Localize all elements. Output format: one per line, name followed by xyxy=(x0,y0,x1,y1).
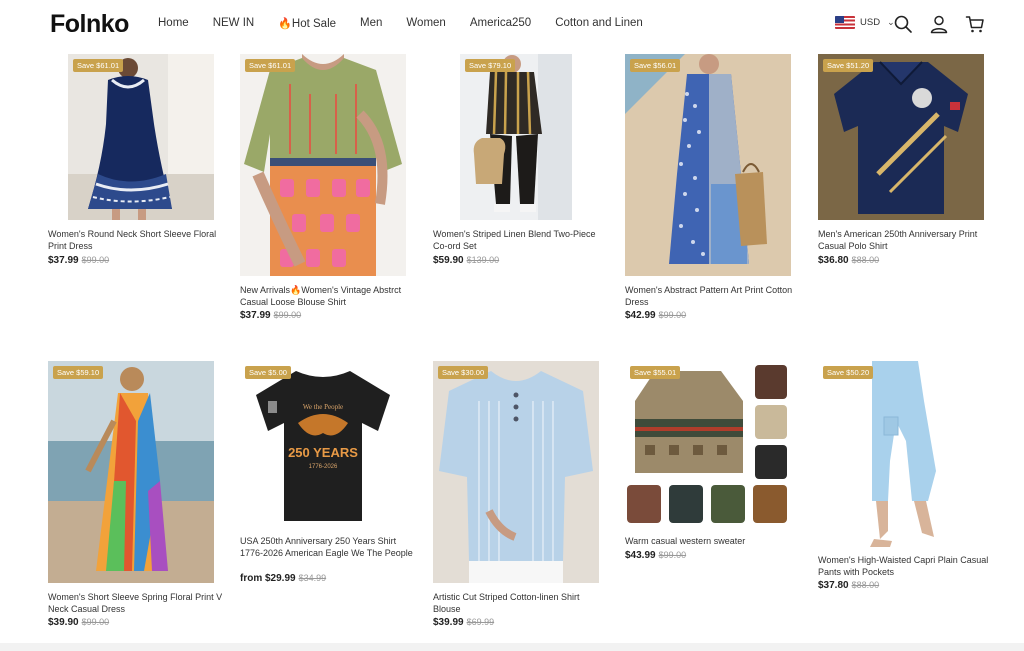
original-price: $69.99 xyxy=(466,617,495,627)
svg-text:1776-2026: 1776-2026 xyxy=(309,464,338,470)
save-badge: Save $30.00 xyxy=(438,366,489,379)
product-image[interactable]: Save $59.10 xyxy=(48,361,214,583)
product-price: $42.99 $99.00 xyxy=(625,310,686,321)
original-price: $99.00 xyxy=(658,550,687,560)
product-price: $37.99 $99.00 xyxy=(240,310,301,321)
product-title[interactable]: Women's Striped Linen Blend Two-Piece Co… xyxy=(433,229,608,252)
product-title[interactable]: Women's Round Neck Short Sleeve Floral P… xyxy=(48,229,223,252)
current-price: $59.90 xyxy=(433,255,464,266)
product-title[interactable]: Women's High-Waisted Capri Plain Casual … xyxy=(818,555,993,578)
nav-america250[interactable]: America250 xyxy=(470,17,531,30)
product-price: $43.99 $99.00 xyxy=(625,550,686,561)
user-icon[interactable] xyxy=(929,14,949,34)
search-icon[interactable] xyxy=(893,14,913,34)
site-header: Folnko Home NEW IN 🔥Hot Sale Men Women A… xyxy=(0,0,1024,50)
currency-label: USD xyxy=(860,17,881,28)
original-price: $139.00 xyxy=(466,255,500,265)
original-price: $99.00 xyxy=(273,310,302,320)
save-badge: Save $56.01 xyxy=(630,59,681,72)
original-price: $99.00 xyxy=(658,310,687,320)
product-title[interactable]: Warm casual western sweater xyxy=(625,536,800,548)
current-price: $37.99 xyxy=(240,310,271,321)
product-price: $36.80 $88.00 xyxy=(818,255,879,266)
current-price: $37.80 xyxy=(818,580,849,591)
product-image[interactable]: Save $61.01 xyxy=(240,54,406,276)
product-image[interactable]: Save $56.01 xyxy=(625,54,791,276)
product-image[interactable]: Save $79.10 xyxy=(460,54,572,220)
svg-text:250 YEARS: 250 YEARS xyxy=(288,445,358,460)
product-title[interactable]: New Arrivals🔥Women's Vintage Abstrct Cas… xyxy=(240,285,415,308)
current-price: $36.80 xyxy=(818,255,849,266)
product-price: $37.80 $88.00 xyxy=(818,580,879,591)
current-price: $39.90 xyxy=(48,617,79,628)
product-price: from $29.99 $34.99 xyxy=(240,573,326,584)
save-badge: Save $59.10 xyxy=(53,366,104,379)
original-price: $99.00 xyxy=(81,255,110,265)
original-price: $99.00 xyxy=(81,617,110,627)
save-badge: Save $50.20 xyxy=(823,366,874,379)
nav-cotton-linen[interactable]: Cotton and Linen xyxy=(555,17,643,30)
product-price: $59.90 $139.00 xyxy=(433,255,499,266)
current-price: $37.99 xyxy=(48,255,79,266)
current-price: $43.99 xyxy=(625,550,656,561)
currency-selector[interactable]: USD ⌄ xyxy=(835,16,895,29)
product-image[interactable]: Save $61.01 xyxy=(68,54,214,220)
cart-icon[interactable] xyxy=(965,14,985,34)
original-price: $34.99 xyxy=(298,573,327,583)
product-price: $39.90 $99.00 xyxy=(48,617,109,628)
product-title[interactable]: Men's American 250th Anniversary Print C… xyxy=(818,229,993,252)
page-bottom-divider xyxy=(0,643,1024,651)
current-price: $42.99 xyxy=(625,310,656,321)
product-image[interactable]: Save $50.20 xyxy=(818,361,984,547)
save-badge: Save $51.20 xyxy=(823,59,874,72)
product-title[interactable]: Artistic Cut Striped Cotton-linen Shirt … xyxy=(433,592,608,615)
product-title[interactable]: Women's Abstract Pattern Art Print Cotto… xyxy=(625,285,800,308)
product-image[interactable]: Save $51.20 xyxy=(818,54,984,220)
svg-text:We the People: We the People xyxy=(303,403,343,411)
save-badge: Save $5.00 xyxy=(245,366,291,379)
fire-icon: 🔥 xyxy=(278,18,292,30)
product-image[interactable]: We the People 250 YEARS 1776-2026 Save $… xyxy=(240,361,406,527)
nav-hot-sale[interactable]: 🔥Hot Sale xyxy=(278,17,336,30)
nav-home[interactable]: Home xyxy=(158,17,189,30)
product-title[interactable]: Women's Short Sleeve Spring Floral Print… xyxy=(48,592,223,615)
product-image[interactable]: Save $55.01 xyxy=(625,361,791,527)
product-price: $39.99 $69.99 xyxy=(433,617,494,628)
current-price: $39.99 xyxy=(433,617,464,628)
product-price: $37.99 $99.00 xyxy=(48,255,109,266)
nav-men[interactable]: Men xyxy=(360,17,382,30)
save-badge: Save $61.01 xyxy=(245,59,296,72)
current-price: from $29.99 xyxy=(240,573,296,584)
save-badge: Save $61.01 xyxy=(73,59,124,72)
nav-new-in[interactable]: NEW IN xyxy=(213,17,255,30)
original-price: $88.00 xyxy=(851,255,880,265)
site-logo[interactable]: Folnko xyxy=(50,10,129,39)
nav-women[interactable]: Women xyxy=(406,17,445,30)
nav-hot-sale-label: Hot Sale xyxy=(291,18,337,30)
save-badge: Save $79.10 xyxy=(465,59,516,72)
us-flag-icon xyxy=(835,16,855,29)
main-nav: Home NEW IN 🔥Hot Sale Men Women America2… xyxy=(158,17,667,30)
save-badge: Save $55.01 xyxy=(630,366,681,379)
product-title[interactable]: USA 250th Anniversary 250 Years Shirt 17… xyxy=(240,536,415,559)
original-price: $88.00 xyxy=(851,580,880,590)
product-image[interactable]: Save $30.00 xyxy=(433,361,599,583)
